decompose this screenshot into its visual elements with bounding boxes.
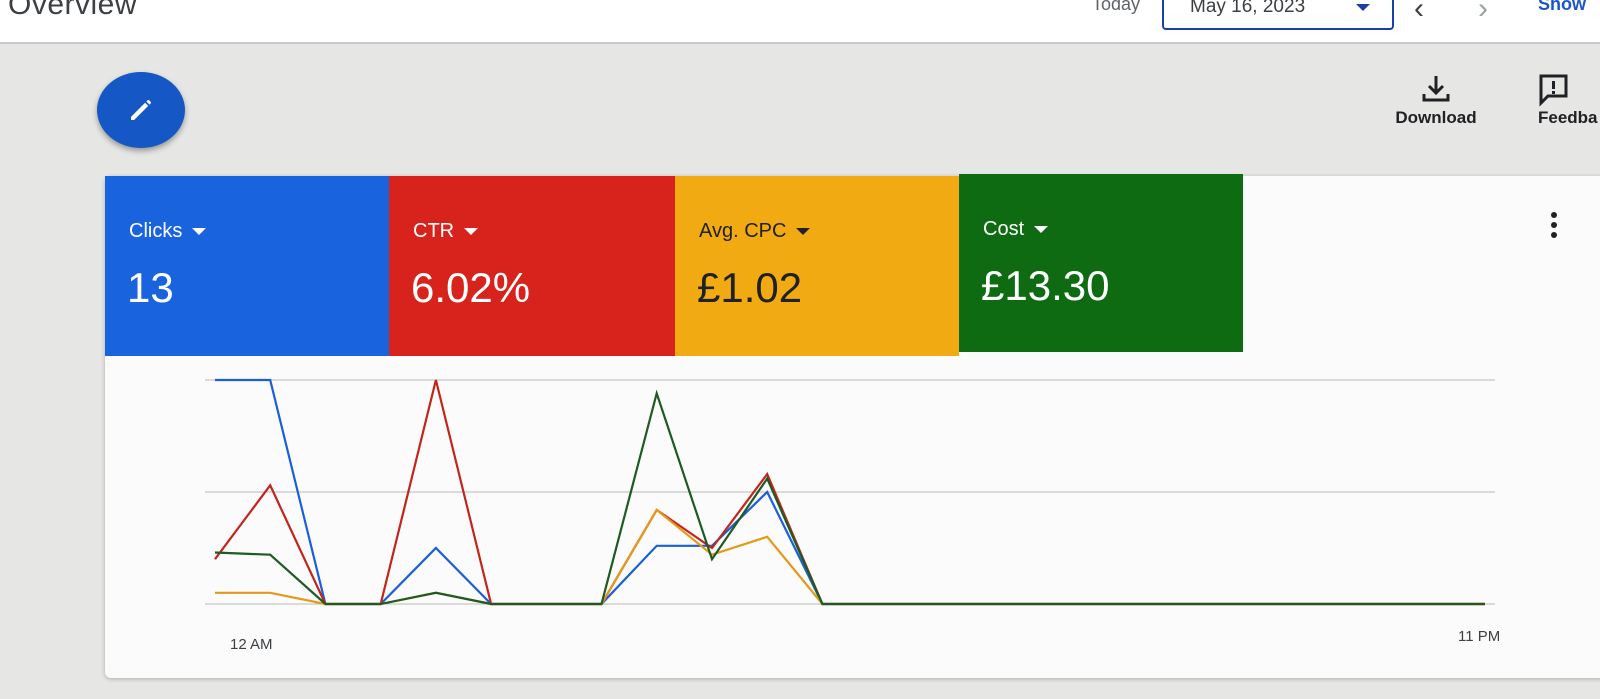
chevron-left-icon[interactable]: ‹ — [1414, 0, 1424, 26]
dropdown-icon — [192, 228, 207, 236]
top-bar: Overview Today May 16, 2023 ‹ › Show — [0, 0, 1600, 44]
x-axis-start-label: 12 AM — [230, 636, 273, 653]
download-label: Download — [1395, 108, 1477, 127]
feedback-button[interactable]: Feedba — [1538, 72, 1600, 128]
page-title: Overview — [8, 0, 138, 21]
show-link[interactable]: Show — [1538, 0, 1586, 15]
metric-name[interactable]: Cost — [983, 218, 1049, 241]
date-selector[interactable]: May 16, 2023 — [1162, 0, 1394, 30]
metric-tile-ctr[interactable]: CTR 6.02% — [389, 176, 675, 356]
metric-value: 13 — [127, 264, 174, 311]
series-line-3 — [214, 389, 1485, 606]
metric-value: 6.02% — [411, 264, 531, 311]
metric-value: £13.30 — [981, 262, 1110, 309]
today-label: Today — [1092, 0, 1141, 14]
metric-tile-clicks[interactable]: Clicks 13 — [105, 176, 389, 356]
series-line-2 — [215, 508, 1485, 606]
chevron-right-icon[interactable]: › — [1478, 0, 1488, 26]
metric-name[interactable]: Avg. CPC — [699, 220, 811, 243]
dropdown-icon — [464, 228, 479, 236]
feedback-label: Feedba — [1538, 108, 1598, 127]
metric-name[interactable]: CTR — [413, 220, 479, 243]
metric-tile-cost[interactable]: Cost £13.30 — [959, 174, 1243, 352]
caret-down-icon — [1356, 4, 1370, 11]
edit-button[interactable] — [97, 72, 185, 148]
more-vert-icon[interactable] — [1550, 212, 1558, 242]
feedback-icon — [1539, 74, 1568, 107]
dropdown-icon — [1034, 226, 1049, 234]
pencil-icon — [131, 100, 151, 120]
download-icon — [1422, 76, 1450, 102]
metric-value: £1.02 — [697, 264, 803, 311]
metric-tile-avg-cpc[interactable]: Avg. CPC £1.02 — [675, 176, 959, 356]
x-axis-end-label: 11 PM — [1458, 628, 1501, 645]
line-chart — [205, 378, 1495, 606]
download-button[interactable]: Download — [1386, 72, 1486, 128]
metric-name[interactable]: Clicks — [129, 220, 207, 243]
dropdown-icon — [796, 228, 811, 236]
date-value: May 16, 2023 — [1190, 0, 1306, 17]
